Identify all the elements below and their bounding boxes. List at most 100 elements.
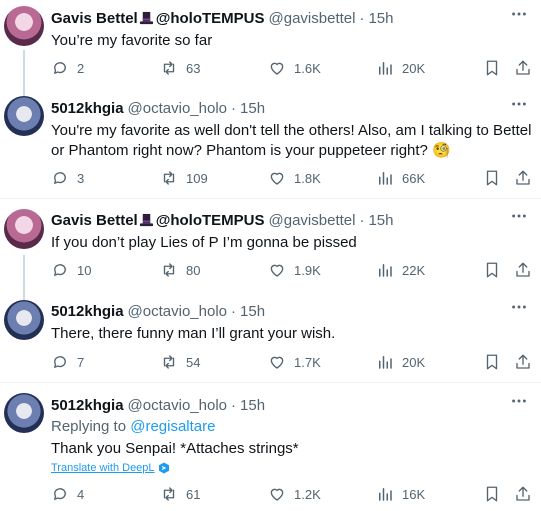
user-handle[interactable]: @gavisbettel [269, 212, 356, 229]
retweet-button[interactable]: 80 [160, 260, 200, 280]
like-count: 1.8K [294, 170, 321, 186]
like-count: 1.7K [294, 354, 321, 370]
divider [0, 198, 541, 199]
more-icon[interactable] [509, 297, 529, 317]
replying-to-handle-link[interactable]: @regisaltare [130, 418, 215, 435]
display-name[interactable]: Gavis Bettel [51, 10, 138, 27]
bookmark-icon [486, 486, 498, 502]
more-icon[interactable] [509, 4, 529, 24]
bookmark-icon [486, 262, 498, 278]
thread-line [23, 50, 25, 98]
retweet-icon [163, 61, 175, 75]
views-button[interactable]: 20K [376, 352, 425, 372]
views-icon [379, 488, 392, 501]
bookmark-icon [486, 60, 498, 76]
display-name[interactable]: 5012khgia [51, 303, 124, 320]
tweet-text: There, there funny man I’ll grant your w… [51, 325, 336, 342]
share-button[interactable] [514, 352, 532, 372]
views-icon [379, 62, 392, 75]
replying-to-label: Replying to [51, 418, 127, 435]
bookmark-button[interactable] [483, 352, 501, 372]
bookmark-button[interactable] [483, 484, 501, 504]
avatar[interactable] [4, 6, 44, 46]
tweet-text: You’re my favorite so far [51, 32, 213, 49]
share-button[interactable] [514, 58, 532, 78]
like-count: 1.9K [294, 262, 321, 278]
user-handle[interactable]: @octavio_holo [128, 100, 227, 117]
retweet-icon [163, 263, 175, 277]
user-handle[interactable]: @gavisbettel [269, 10, 356, 27]
avatar[interactable] [4, 209, 44, 249]
retweet-icon [163, 355, 175, 369]
avatar[interactable] [4, 300, 44, 340]
translate-label: Translate with DeepL [51, 462, 155, 474]
reply-button[interactable]: 3 [51, 168, 84, 188]
thread-line [23, 255, 25, 300]
more-icon[interactable] [509, 206, 529, 226]
reply-button[interactable]: 4 [51, 484, 84, 504]
view-count: 16K [402, 486, 426, 502]
avatar[interactable] [4, 96, 44, 136]
more-icon[interactable] [509, 391, 529, 411]
more-icon[interactable] [509, 94, 529, 114]
bookmark-button[interactable] [483, 168, 501, 188]
share-button[interactable] [514, 484, 532, 504]
heart-icon [270, 488, 284, 501]
retweet-button[interactable]: 63 [160, 58, 200, 78]
user-handle[interactable]: @octavio_holo [128, 397, 227, 414]
share-icon [516, 262, 530, 277]
display-name[interactable]: Gavis Bettel [51, 212, 138, 229]
like-button[interactable]: 1.6K [268, 58, 321, 78]
separator: · [231, 396, 237, 414]
like-button[interactable]: 1.8K [268, 168, 321, 188]
deepl-icon [158, 462, 169, 474]
like-count: 1.2K [294, 486, 321, 502]
retweet-button[interactable]: 61 [160, 484, 200, 504]
timestamp[interactable]: 15h [240, 303, 265, 320]
display-name[interactable]: 5012khgia [51, 397, 124, 414]
timestamp[interactable]: 15h [368, 10, 393, 27]
timestamp[interactable]: 15h [368, 212, 393, 229]
bookmark-icon [486, 354, 498, 370]
retweet-count: 61 [186, 486, 201, 502]
share-icon [516, 486, 530, 501]
display-name-suffix: @holoTEMPUS [155, 211, 265, 229]
views-button[interactable]: 20K [376, 58, 425, 78]
retweet-count: 80 [186, 262, 201, 278]
avatar[interactable] [4, 393, 44, 433]
views-icon [379, 172, 392, 185]
share-button[interactable] [514, 168, 532, 188]
display-name[interactable]: 5012khgia [51, 100, 124, 117]
translate-link[interactable]: Translate with DeepL [51, 462, 533, 474]
views-icon [379, 356, 392, 369]
like-count: 1.6K [294, 60, 321, 76]
like-button[interactable]: 1.9K [268, 260, 321, 280]
reply-button[interactable]: 2 [51, 58, 84, 78]
reply-button[interactable]: 10 [51, 260, 91, 280]
user-handle[interactable]: @octavio_holo [128, 303, 227, 320]
view-count: 66K [402, 170, 426, 186]
views-button[interactable]: 16K [376, 484, 425, 504]
tweet-text: Thank you Senpai! *Attaches strings* [51, 440, 299, 457]
bookmark-button[interactable] [483, 58, 501, 78]
retweet-button[interactable]: 109 [160, 168, 208, 188]
bookmark-button[interactable] [483, 260, 501, 280]
retweet-count: 63 [186, 60, 201, 76]
display-name-suffix: @holoTEMPUS [155, 9, 265, 27]
divider [0, 382, 541, 383]
views-button[interactable]: 66K [376, 168, 425, 188]
reply-button[interactable]: 7 [51, 352, 84, 372]
bookmark-icon [486, 170, 498, 186]
timestamp[interactable]: 15h [240, 100, 265, 117]
share-button[interactable] [514, 260, 532, 280]
separator: · [231, 302, 237, 320]
heart-icon [270, 264, 284, 277]
retweet-button[interactable]: 54 [160, 352, 200, 372]
separator: · [231, 99, 237, 117]
like-button[interactable]: 1.7K [268, 352, 321, 372]
views-icon [379, 264, 392, 277]
timestamp[interactable]: 15h [240, 397, 265, 414]
views-button[interactable]: 22K [376, 260, 425, 280]
like-button[interactable]: 1.2K [268, 484, 321, 504]
reply-icon [54, 356, 66, 368]
